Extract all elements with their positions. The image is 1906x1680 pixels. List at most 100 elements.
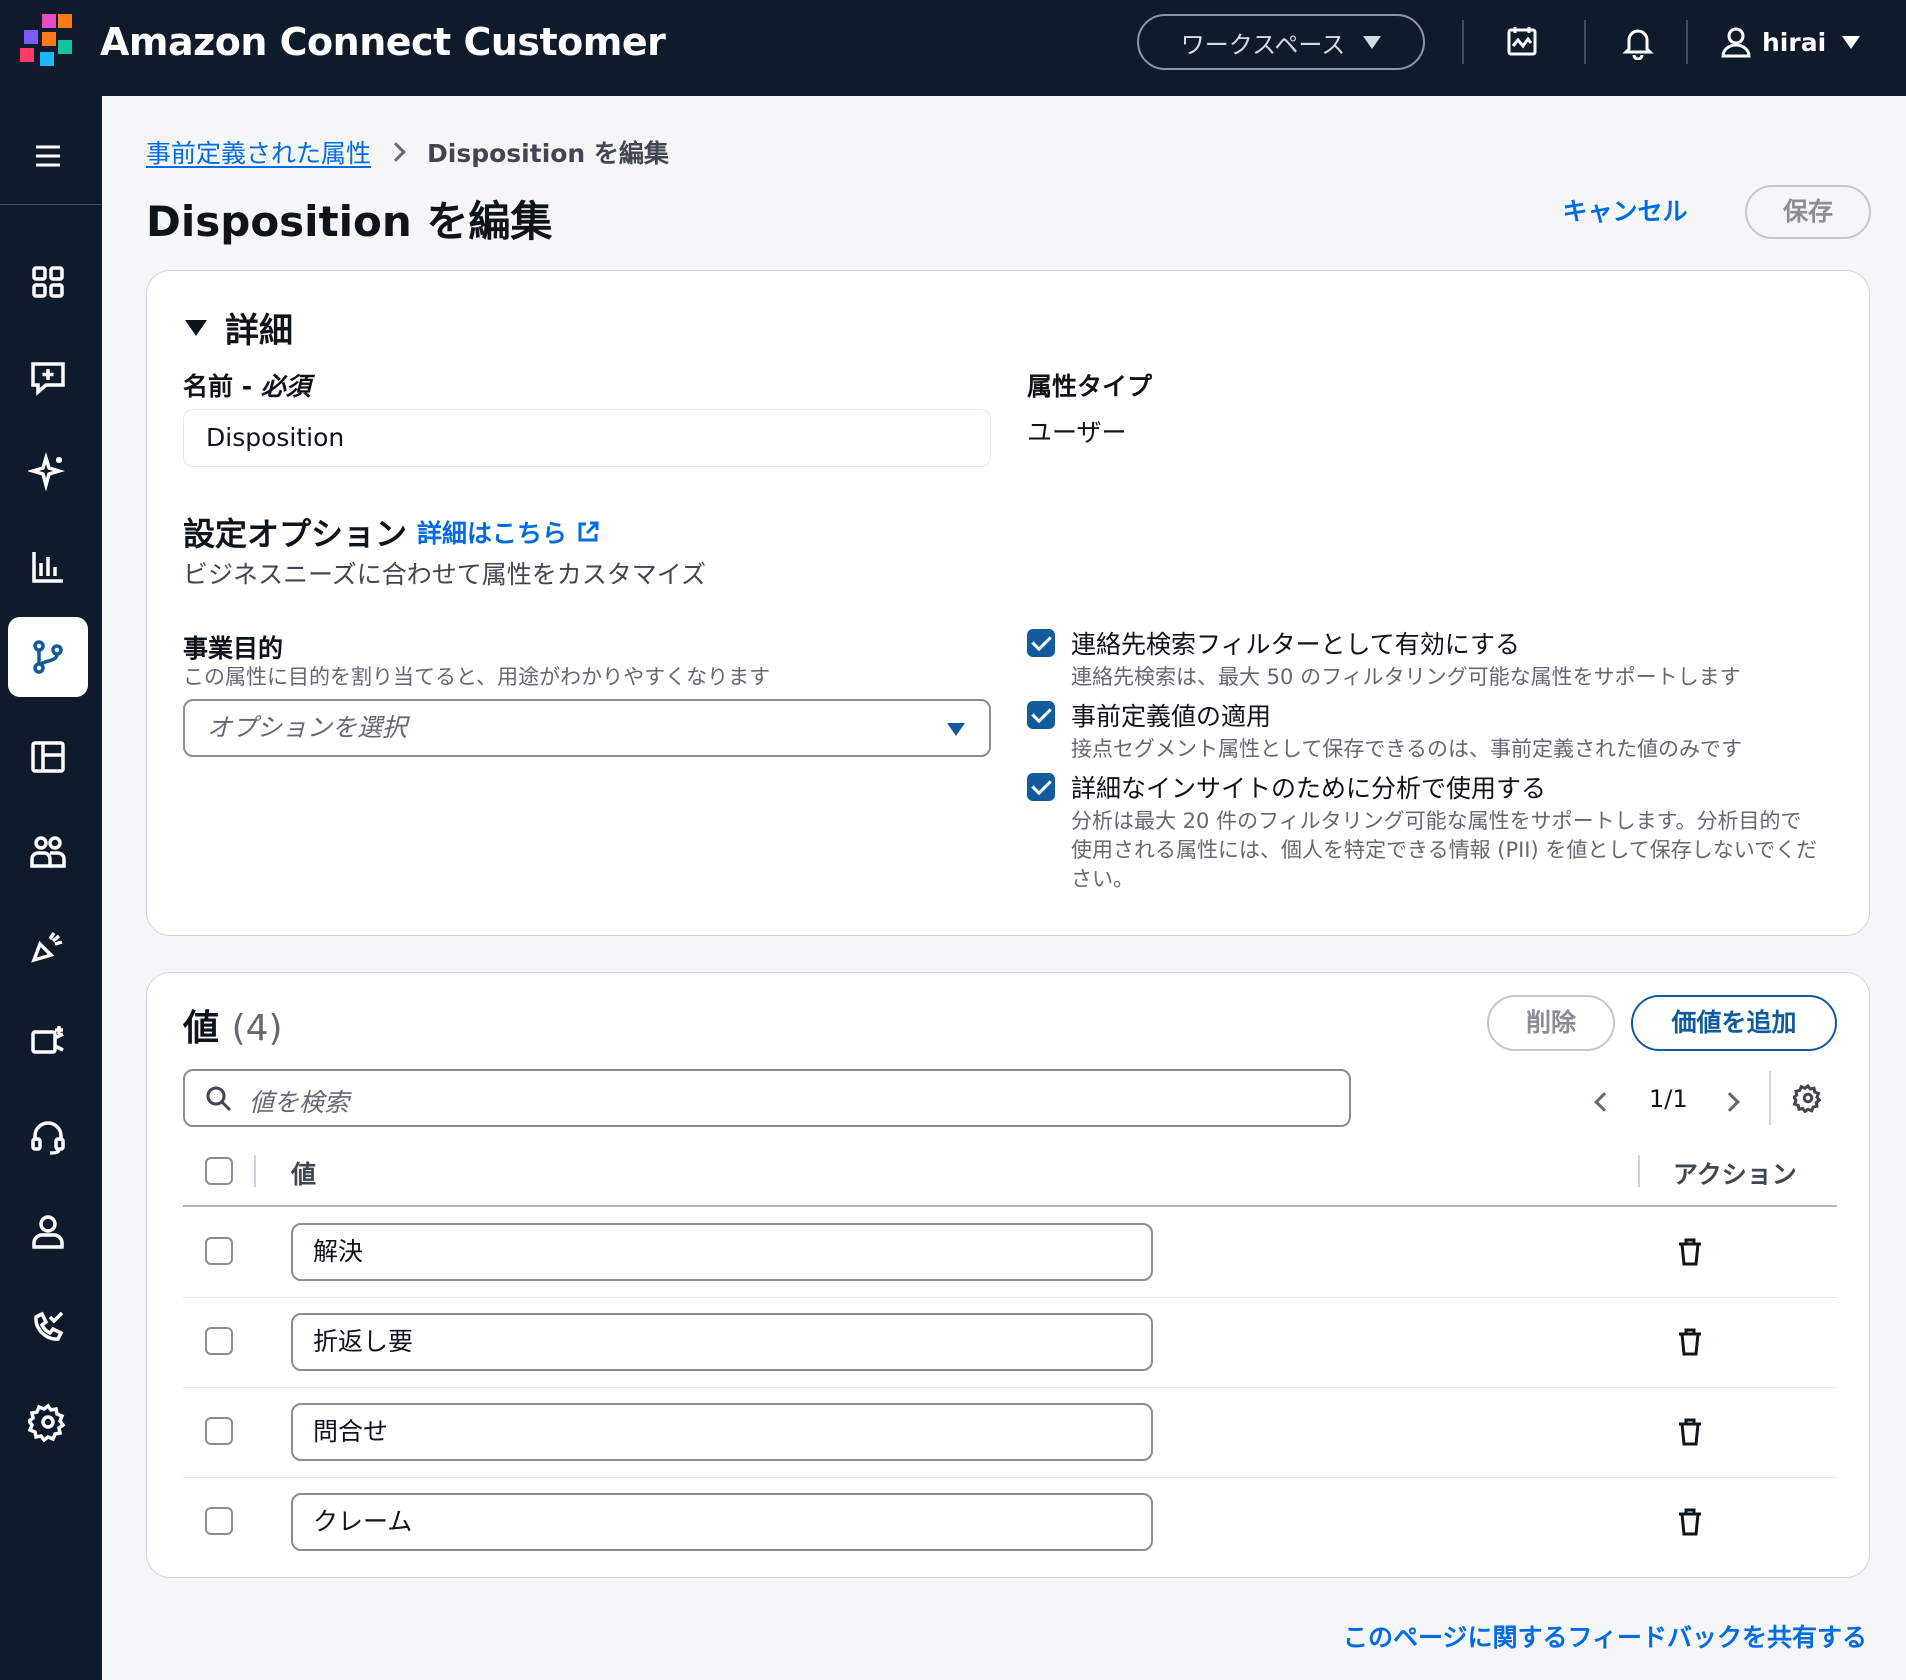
business-purpose-description: この属性に目的を割り当てると、用途がわかりやすくなります (183, 665, 771, 689)
search-placeholder: 値を検索 (249, 1088, 350, 1117)
row-divider (183, 1477, 1837, 1478)
select-all-checkbox[interactable] (205, 1157, 233, 1185)
sparkle-icon (28, 452, 66, 492)
analytics-checkbox[interactable] (1027, 773, 1055, 801)
search-icon (206, 1086, 232, 1112)
hamburger-menu-icon[interactable] (30, 138, 66, 174)
toolbar-divider (1584, 20, 1586, 64)
values-panel: 値 (4) 削除 価値を追加 値を検索 1/1 値 アクション 解決 折返し要 … (146, 972, 1870, 1578)
sidebar-divider (0, 204, 102, 205)
value-input[interactable]: 解決 (291, 1223, 1153, 1281)
amazon-connect-logo-icon[interactable] (20, 14, 76, 70)
page-indicator: 1/1 (1649, 1085, 1688, 1113)
predefined-values-checkbox[interactable] (1027, 701, 1055, 729)
page-title: Disposition を編集 (146, 197, 553, 246)
breadcrumb-current: Disposition を編集 (427, 139, 669, 168)
megaphone-icon (31, 932, 63, 963)
row-checkbox[interactable] (205, 1417, 233, 1445)
column-divider (1638, 1155, 1640, 1187)
trash-icon[interactable] (1675, 1417, 1705, 1447)
caret-down-icon (185, 319, 207, 336)
row-checkbox[interactable] (205, 1327, 233, 1355)
sidebar-item-chat[interactable] (8, 337, 88, 417)
row-checkbox[interactable] (205, 1507, 233, 1535)
user-icon (1721, 27, 1751, 58)
delete-button[interactable]: 削除 (1487, 995, 1615, 1051)
sidebar-item-customers[interactable] (8, 812, 88, 892)
name-field-label: 名前 - 必須 (183, 367, 311, 403)
predefined-values-option-desc: 接点セグメント属性として保存できるのは、事前定義された値のみです (1071, 737, 1742, 761)
feedback-link[interactable]: このページに関するフィードバックを共有する (1343, 1618, 1867, 1654)
sidebar-item-analytics[interactable] (8, 527, 88, 607)
config-options-heading: 設定オプション 詳細はこちら (183, 509, 601, 555)
business-purpose-select[interactable]: オプションを選択 (183, 699, 991, 757)
sidebar-item-layout[interactable] (8, 717, 88, 797)
value-input[interactable]: クレーム (291, 1493, 1153, 1551)
gear-icon[interactable] (1793, 1083, 1823, 1113)
required-marker: 必須 (260, 372, 311, 401)
analytics-option-title: 詳細なインサイトのために分析で使用する (1071, 774, 1547, 803)
top-navigation-bar: Amazon Connect Customer ワークスペース hirai (0, 0, 1906, 96)
values-title: 値 (183, 1008, 220, 1049)
details-section-toggle[interactable]: 詳細 (185, 303, 293, 352)
cancel-button[interactable]: キャンセル (1545, 190, 1705, 234)
learn-more-text: 詳細はこちら (417, 519, 568, 548)
sidebar-item-settings[interactable] (8, 1382, 88, 1462)
row-checkbox[interactable] (205, 1237, 233, 1265)
chevron-right-icon (386, 142, 406, 162)
app-title: Amazon Connect Customer (100, 20, 666, 64)
column-header-value: 値 (291, 1160, 317, 1189)
sidebar-item-ai[interactable] (8, 432, 88, 512)
values-count: (4) (231, 1008, 283, 1049)
name-label-text: 名前 - (183, 372, 261, 401)
dashboard-grid-icon (32, 266, 64, 298)
row-divider (183, 1387, 1837, 1388)
sidebar-item-campaigns[interactable] (8, 907, 88, 987)
details-panel: 詳細 名前 - 必須 Disposition 属性タイプ ユーザー 設定オプショ… (146, 270, 1870, 936)
sidebar-item-agent-workspace[interactable] (8, 1097, 88, 1177)
chevron-left-icon[interactable] (1594, 1092, 1614, 1112)
sidebar (0, 96, 102, 1680)
user-name: hirai (1762, 27, 1827, 57)
trash-icon[interactable] (1675, 1507, 1705, 1537)
notification-bell-icon[interactable] (1620, 24, 1656, 60)
breadcrumb: 事前定義された属性 Disposition を編集 (146, 134, 669, 170)
breadcrumb-link-predefined-attributes[interactable]: 事前定義された属性 (146, 134, 371, 170)
search-filter-option-title: 連絡先検索フィルターとして有効にする (1071, 630, 1521, 659)
name-input[interactable]: Disposition (183, 409, 991, 467)
row-divider (183, 1297, 1837, 1298)
chevron-right-icon[interactable] (1720, 1092, 1740, 1112)
attribute-type-label: 属性タイプ (1027, 372, 1153, 401)
external-link-icon (578, 521, 599, 542)
phone-check-icon (34, 1311, 64, 1341)
save-button[interactable]: 保存 (1745, 185, 1871, 239)
sidebar-item-channels[interactable] (8, 1002, 88, 1082)
sidebar-item-phone-numbers[interactable] (8, 1287, 88, 1367)
user-menu[interactable]: hirai (1720, 20, 1861, 64)
trash-icon[interactable] (1675, 1327, 1705, 1357)
search-filter-option-desc: 連絡先検索は、最大 50 のフィルタリング可能な属性をサポートします (1071, 665, 1741, 689)
sidebar-item-dashboard[interactable] (8, 242, 88, 322)
sidebar-item-users[interactable] (8, 1192, 88, 1272)
analytics-option-desc-line-2: 使用される属性には、個人を特定できる情報 (PII) を値として保存しないでくだ (1071, 838, 1818, 862)
people-group-icon (30, 836, 66, 868)
branch-flow-icon (33, 640, 63, 674)
search-filter-checkbox[interactable] (1027, 629, 1055, 657)
value-input[interactable]: 折返し要 (291, 1313, 1153, 1371)
trash-icon[interactable] (1675, 1237, 1705, 1267)
business-purpose-placeholder: オプションを選択 (207, 713, 408, 742)
caret-down-icon (1842, 35, 1861, 49)
sidebar-item-flows[interactable] (8, 617, 88, 697)
headset-icon (31, 1121, 65, 1155)
config-options-description: ビジネスニーズに合わせて属性をカスタマイズ (183, 560, 707, 589)
calendar-icon[interactable] (1504, 24, 1540, 60)
value-input[interactable]: 問合せ (291, 1403, 1153, 1461)
learn-more-link[interactable]: 詳細はこちら (417, 514, 601, 550)
toolbar-divider (1686, 20, 1688, 64)
business-purpose-label: 事業目的 (183, 634, 284, 663)
caret-down-icon (947, 723, 965, 736)
add-value-button[interactable]: 価値を追加 (1631, 995, 1837, 1051)
value-search-input[interactable]: 値を検索 (183, 1069, 1351, 1127)
workspace-dropdown-button[interactable]: ワークスペース (1137, 14, 1425, 70)
analytics-option-desc-line-1: 分析は最大 20 件のフィルタリング可能な属性をサポートします。分析目的で (1071, 809, 1802, 833)
